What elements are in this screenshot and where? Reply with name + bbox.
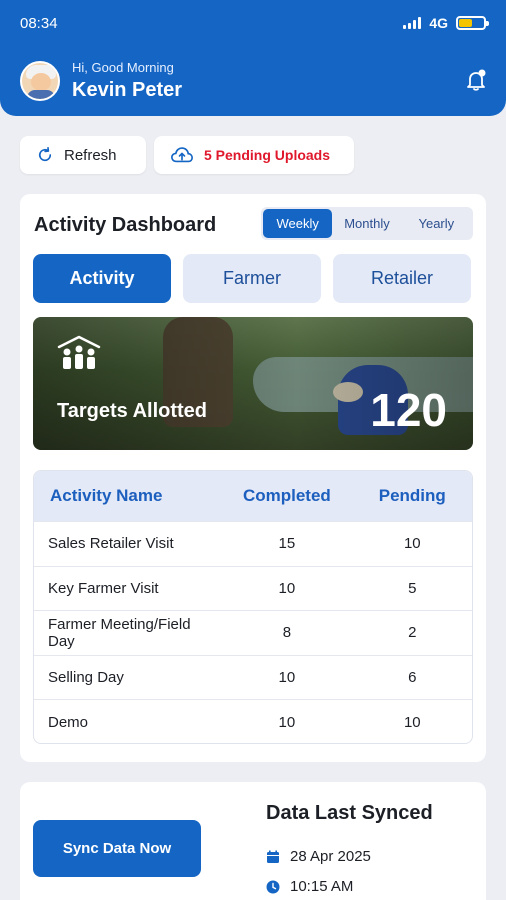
cloud-upload-icon (171, 147, 193, 163)
activity-dashboard-card: Activity Dashboard Weekly Monthly Yearly… (20, 194, 486, 762)
targets-value: 120 (370, 384, 447, 436)
pending-uploads-label: 5 Pending Uploads (204, 147, 331, 163)
period-weekly[interactable]: Weekly (263, 209, 333, 238)
row-activity-name: Sales Retailer Visit (48, 535, 174, 553)
avatar[interactable] (20, 61, 60, 101)
clock-icon (266, 880, 280, 893)
header-pending: Pending (378, 486, 446, 505)
user-greeting: Hi, Good Morning Kevin Peter (20, 60, 182, 102)
sync-card: Sync Data Now Data Last Synced 28 Apr 20… (20, 782, 486, 900)
activity-table: Activity Name Completed Pending Sales Re… (33, 470, 473, 744)
table-row: Demo 10 10 (34, 699, 472, 743)
category-tabs: Activity Farmer Retailer (33, 254, 471, 303)
row-activity-name: Selling Day (48, 669, 124, 687)
notification-bell-icon[interactable] (464, 68, 488, 92)
row-activity-name: Farmer Meeting/Field Day (48, 615, 191, 650)
row-completed: 10 (278, 579, 296, 597)
network-label: 4G (429, 15, 448, 31)
status-time: 08:34 (20, 14, 58, 32)
synced-date: 28 Apr 2025 (290, 848, 371, 865)
user-name: Kevin Peter (72, 79, 183, 101)
row-activity-name: Demo (48, 713, 89, 731)
table-header: Activity Name Completed Pending (34, 471, 472, 521)
table-row: Farmer Meeting/Field Day 8 2 (34, 610, 472, 655)
pending-uploads-button[interactable]: 5 Pending Uploads (154, 136, 354, 174)
refresh-button[interactable]: Refresh (20, 136, 146, 174)
period-selector: Weekly Monthly Yearly (261, 207, 473, 240)
sync-data-now-button[interactable]: Sync Data Now (33, 820, 201, 877)
table-row: Selling Day 10 6 (34, 654, 472, 700)
period-monthly[interactable]: Monthly (332, 209, 401, 238)
tab-activity[interactable]: Activity (33, 254, 171, 303)
tab-farmer[interactable]: Farmer (183, 254, 321, 303)
row-pending: 5 (408, 579, 417, 597)
targets-label: Targets Allotted (57, 400, 208, 422)
table-row: Key Farmer Visit 10 5 (34, 565, 472, 611)
row-pending: 10 (403, 535, 421, 553)
row-completed: 10 (278, 713, 296, 731)
header-completed: Completed (242, 486, 331, 505)
table-row: Sales Retailer Visit 15 10 (34, 521, 472, 566)
dashboard-title: Activity Dashboard (34, 214, 217, 236)
last-synced-title: Data Last Synced (266, 802, 433, 824)
calendar-icon (267, 850, 279, 863)
refresh-icon (38, 147, 52, 162)
row-completed: 15 (278, 535, 296, 553)
header-activity-name: Activity Name (50, 486, 163, 505)
status-bar: 08:34 4G (0, 0, 506, 46)
signal-icon (403, 17, 422, 29)
synced-time: 10:15 AM (290, 878, 354, 895)
row-pending: 10 (403, 713, 421, 731)
period-yearly[interactable]: Yearly (402, 209, 471, 238)
farmers-group-icon (57, 335, 101, 369)
status-indicators: 4G (403, 15, 489, 31)
row-completed: 10 (278, 669, 296, 687)
tab-retailer[interactable]: Retailer (333, 254, 471, 303)
greeting-text: Hi, Good Morning (72, 60, 174, 75)
app-header: 08:34 4G Hi, Good Morning Kevin Peter (0, 0, 506, 116)
row-pending: 6 (408, 669, 417, 687)
last-synced-time: 10:15 AM (266, 878, 353, 895)
refresh-label: Refresh (64, 146, 117, 164)
row-activity-name: Key Farmer Visit (48, 579, 159, 597)
targets-banner: Targets Allotted 120 (33, 317, 473, 450)
row-completed: 8 (282, 624, 292, 642)
battery-icon (456, 16, 489, 30)
last-synced-date: 28 Apr 2025 (266, 848, 371, 865)
row-pending: 2 (408, 624, 417, 642)
